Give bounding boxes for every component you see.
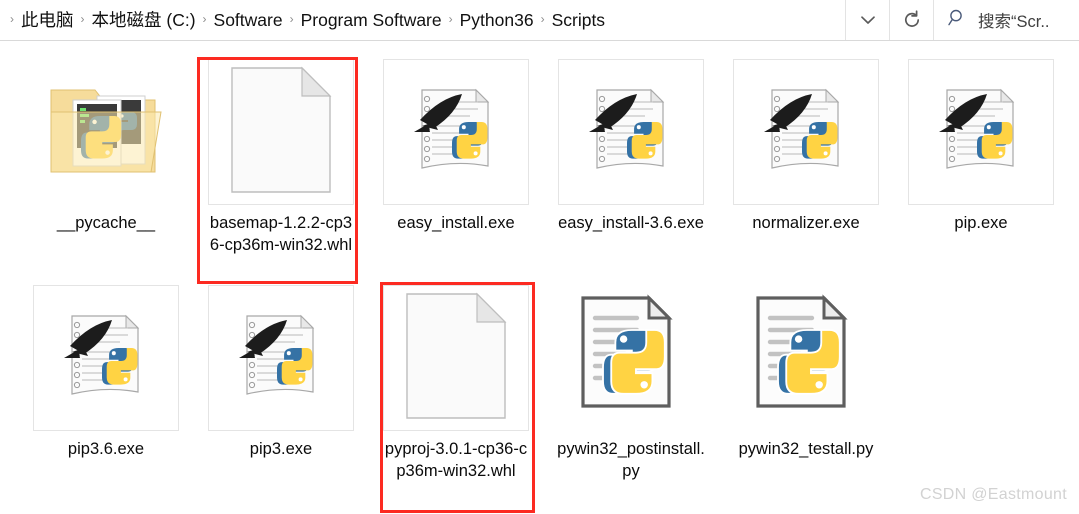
python-script-exe-icon xyxy=(233,308,329,409)
breadcrumb-separator: › xyxy=(448,12,453,26)
file-label: pip.exe xyxy=(954,214,1008,232)
list-item[interactable]: easy_install.exe xyxy=(382,59,530,234)
file-thumbnail[interactable] xyxy=(908,59,1054,205)
list-item[interactable]: pywin32_testall.py xyxy=(732,285,880,460)
address-history-dropdown-button[interactable] xyxy=(845,0,889,40)
search-box[interactable]: 搜索“Scr.. xyxy=(933,0,1079,40)
file-grid[interactable]: __pycache__ basemap-1.2.2-cp36-cp36m-win… xyxy=(0,41,1079,514)
breadcrumb-item-scripts[interactable]: Scripts xyxy=(549,0,608,40)
breadcrumb-item-local-disk[interactable]: 本地磁盘 (C:) xyxy=(89,0,199,40)
file-label: pip3.exe xyxy=(249,440,313,458)
list-item[interactable]: pyproj-3.0.1-cp36-cp36m-win32.whl xyxy=(382,285,530,482)
breadcrumb-item-this-pc[interactable]: 此电脑 xyxy=(18,0,77,40)
file-label: pip3.6.exe xyxy=(67,440,145,458)
list-item[interactable]: __pycache__ xyxy=(32,59,180,234)
refresh-button[interactable] xyxy=(889,0,933,40)
file-label: basemap-1.2.2-cp36-cp36m-win32.whl xyxy=(209,214,353,254)
file-thumbnail[interactable] xyxy=(208,59,354,205)
file-thumbnail[interactable] xyxy=(558,59,704,205)
file-label: pywin32_postinstall.py xyxy=(557,440,705,480)
refresh-icon xyxy=(901,9,923,31)
file-thumbnail[interactable] xyxy=(33,59,179,205)
file-thumbnail[interactable] xyxy=(383,285,529,431)
file-thumbnail[interactable] xyxy=(733,59,879,205)
breadcrumb-separator: › xyxy=(80,12,85,26)
breadcrumb-separator: › xyxy=(540,12,545,26)
file-thumbnail[interactable] xyxy=(558,285,704,431)
file-thumbnail[interactable] xyxy=(33,285,179,431)
breadcrumb-separator: › xyxy=(202,12,207,26)
file-thumbnail[interactable] xyxy=(383,59,529,205)
list-item[interactable]: pip3.exe xyxy=(207,285,355,460)
breadcrumb-separator: › xyxy=(10,12,14,26)
list-item[interactable]: basemap-1.2.2-cp36-cp36m-win32.whl xyxy=(207,59,355,256)
list-item[interactable]: normalizer.exe xyxy=(732,59,880,234)
file-label: __pycache__ xyxy=(56,214,156,232)
python-script-exe-icon xyxy=(758,82,854,183)
file-thumbnail[interactable] xyxy=(733,285,879,431)
file-label: pyproj-3.0.1-cp36-cp36m-win32.whl xyxy=(384,440,528,480)
breadcrumb-item-python36[interactable]: Python36 xyxy=(457,0,537,40)
python-script-exe-icon xyxy=(408,82,504,183)
chevron-down-icon xyxy=(858,10,878,30)
python-script-exe-icon xyxy=(58,308,154,409)
search-input[interactable]: 搜索“Scr.. xyxy=(978,8,1050,32)
file-label: easy_install.exe xyxy=(397,214,515,232)
python-script-exe-icon xyxy=(583,82,679,183)
list-item[interactable]: easy_install-3.6.exe xyxy=(557,59,705,234)
file-label: normalizer.exe xyxy=(752,214,860,232)
blank-document-icon xyxy=(405,292,507,425)
list-item[interactable]: pywin32_postinstall.py xyxy=(557,285,705,482)
watermark: CSDN @Eastmount xyxy=(919,486,1067,503)
breadcrumb-item-software[interactable]: Software xyxy=(211,0,286,40)
blank-document-icon xyxy=(230,66,332,199)
folder-python-icon xyxy=(43,74,169,191)
python-document-icon xyxy=(748,292,864,425)
breadcrumb-item-program-software[interactable]: Program Software xyxy=(298,0,445,40)
file-label: pywin32_testall.py xyxy=(738,440,874,458)
file-label: easy_install-3.6.exe xyxy=(558,214,704,232)
python-script-exe-icon xyxy=(933,82,1029,183)
list-item[interactable]: pip.exe xyxy=(907,59,1055,234)
list-item[interactable]: pip3.6.exe xyxy=(32,285,180,460)
address-bar[interactable]: › 此电脑 › 本地磁盘 (C:) › Software › Program S… xyxy=(0,0,1079,41)
breadcrumb[interactable]: › 此电脑 › 本地磁盘 (C:) › Software › Program S… xyxy=(0,0,845,40)
breadcrumb-separator: › xyxy=(289,12,294,26)
file-thumbnail[interactable] xyxy=(208,285,354,431)
python-document-icon xyxy=(573,292,689,425)
search-icon xyxy=(948,8,967,32)
